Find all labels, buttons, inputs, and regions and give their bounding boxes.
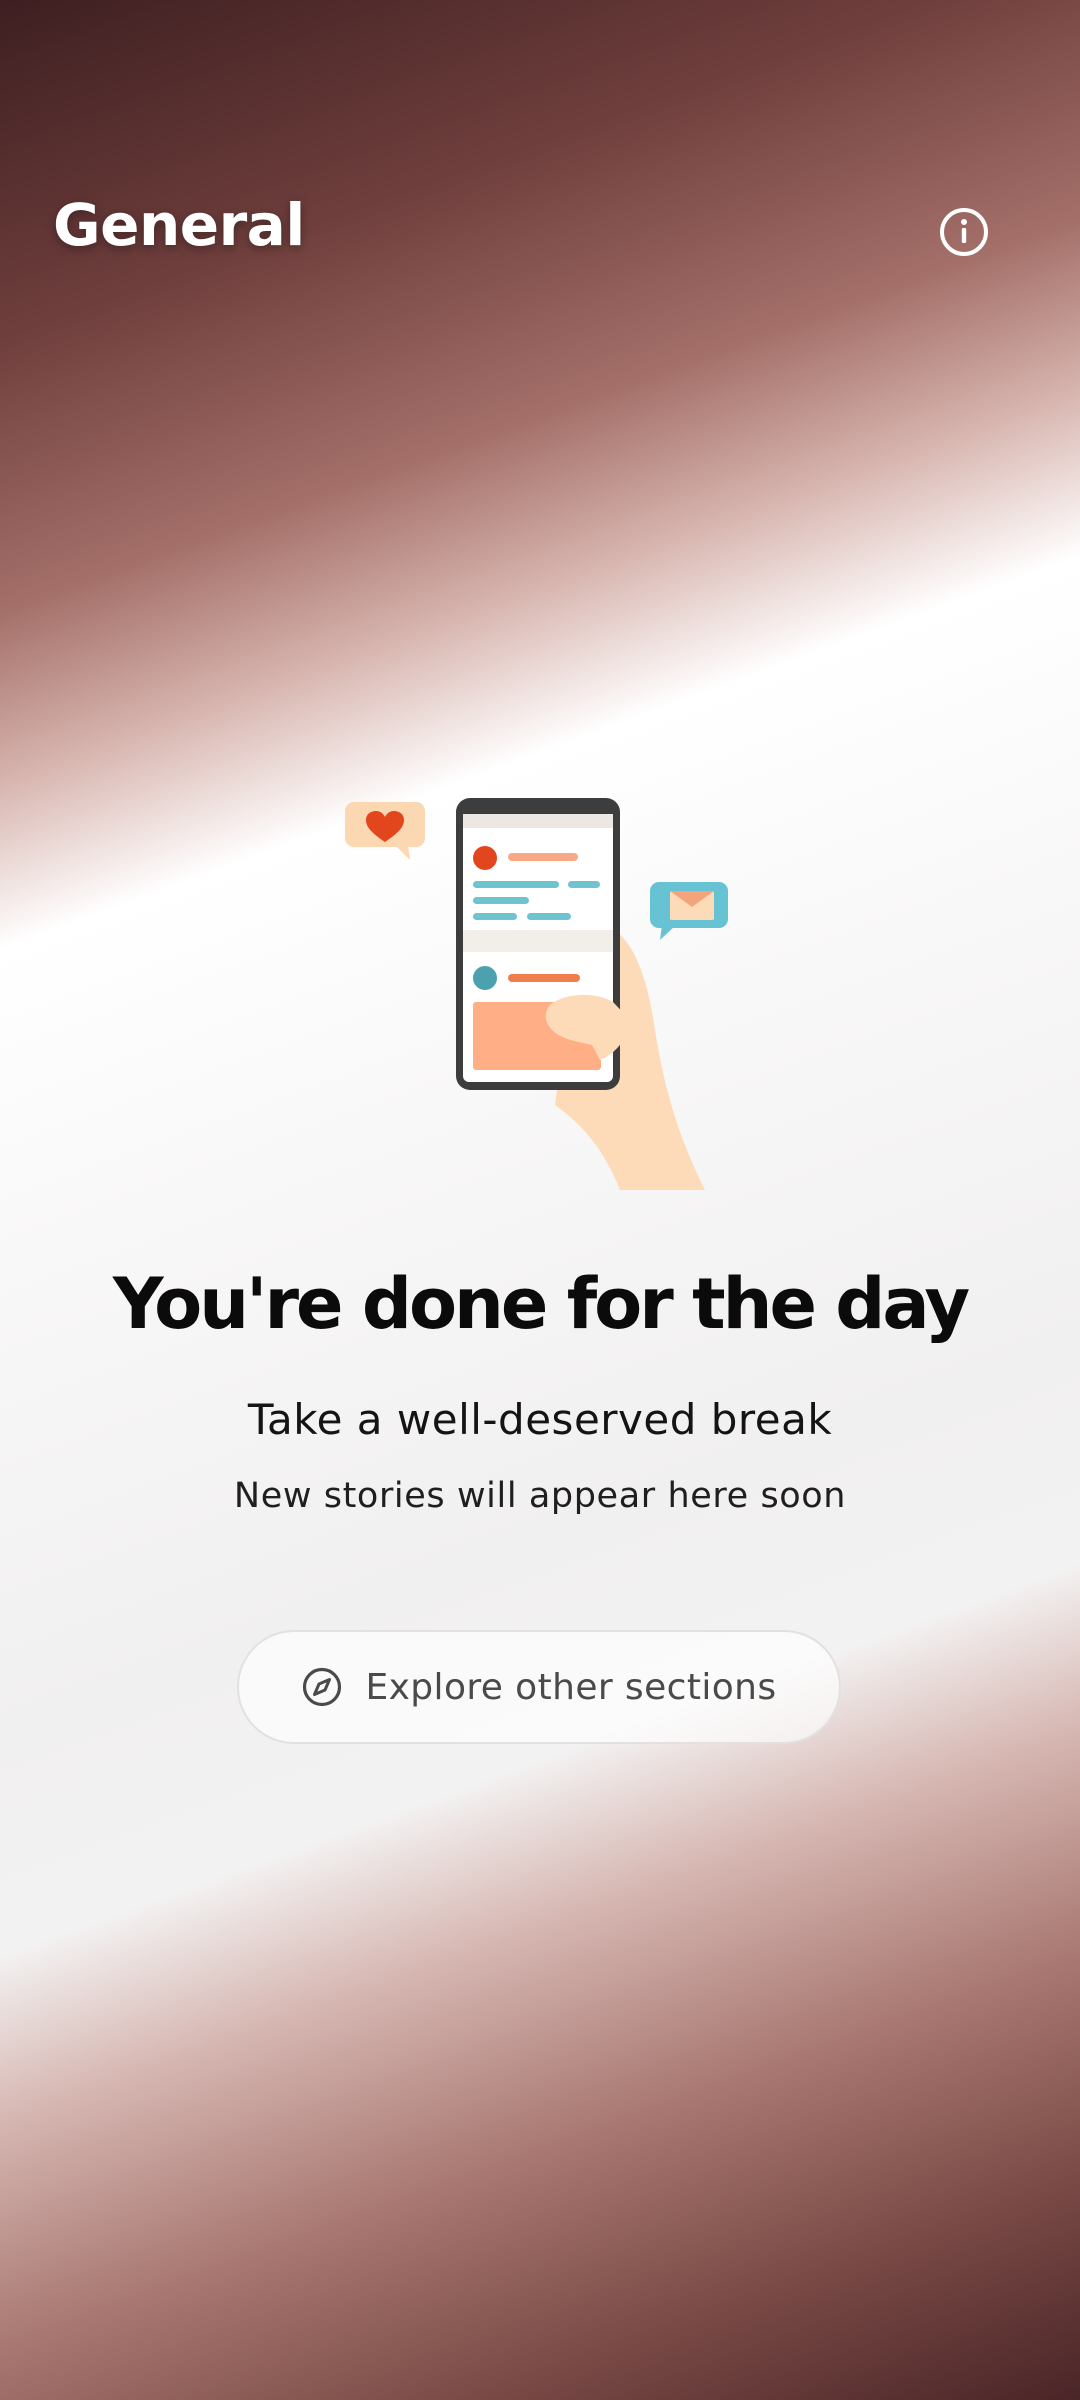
screen: General You're done for the day Take a w…	[0, 0, 1080, 2400]
info-button[interactable]	[938, 206, 990, 258]
heart-bubble-icon	[345, 802, 425, 860]
info-circle-icon	[940, 208, 988, 256]
empty-state-subtext: New stories will appear here soon	[233, 1476, 847, 1516]
empty-state-headline: You're done for the day	[112, 1263, 970, 1345]
empty-state-subtitle: Take a well-deserved break	[247, 1395, 833, 1444]
page-title: General	[53, 191, 305, 259]
compass-icon	[301, 1666, 343, 1708]
explore-button-label: Explore other sections	[365, 1666, 777, 1708]
mail-bubble-icon	[650, 882, 728, 940]
phone-illustration	[330, 780, 750, 1200]
explore-other-sections-button[interactable]: Explore other sections	[237, 1630, 841, 1744]
